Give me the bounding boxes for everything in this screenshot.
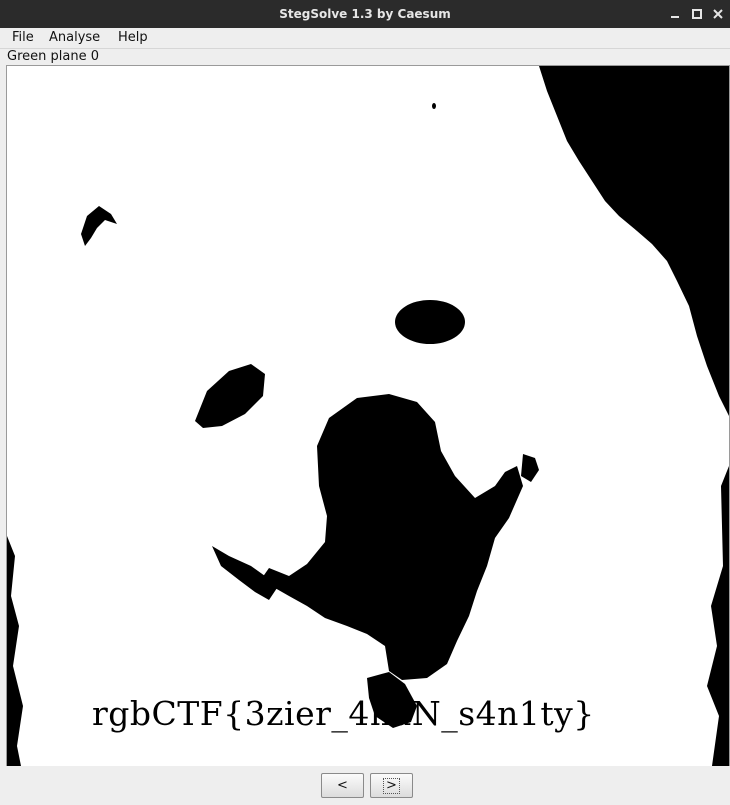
plane-label: Green plane 0 bbox=[7, 49, 99, 64]
close-icon[interactable] bbox=[709, 5, 727, 23]
image-panel: rgbCTF{3zier_4haN_s4n1ty} bbox=[6, 65, 730, 767]
dog-eye-left bbox=[195, 364, 265, 428]
dog-nose-mouth bbox=[262, 394, 523, 680]
dog-bitplane-image bbox=[7, 66, 729, 766]
stray-mark bbox=[81, 206, 117, 246]
menu-file[interactable]: File bbox=[6, 28, 40, 48]
maximize-icon[interactable] bbox=[688, 5, 706, 23]
previous-plane-button[interactable]: < bbox=[321, 773, 364, 798]
dog-eye-right bbox=[395, 300, 465, 344]
dark-background-right bbox=[539, 66, 729, 416]
speck bbox=[432, 103, 436, 109]
title-bar[interactable]: StegSolve 1.3 by Caesum bbox=[0, 0, 730, 28]
menu-bar: File Analyse Help bbox=[0, 28, 730, 49]
navigation-bar: < > bbox=[0, 766, 730, 805]
minimize-icon[interactable] bbox=[666, 5, 684, 23]
dog-whisker-right bbox=[521, 454, 539, 482]
dark-speckle-left bbox=[7, 536, 23, 766]
dark-speckle-right bbox=[707, 466, 729, 766]
next-plane-label: > bbox=[383, 777, 400, 794]
window-title: StegSolve 1.3 by Caesum bbox=[279, 7, 451, 21]
stegsolve-window: StegSolve 1.3 by Caesum File Analyse Hel… bbox=[0, 0, 730, 805]
menu-help[interactable]: Help bbox=[112, 28, 154, 48]
flag-text: rgbCTF{3zier_4haN_s4n1ty} bbox=[92, 694, 595, 733]
menu-analyse[interactable]: Analyse bbox=[43, 28, 106, 48]
next-plane-button[interactable]: > bbox=[370, 773, 413, 798]
